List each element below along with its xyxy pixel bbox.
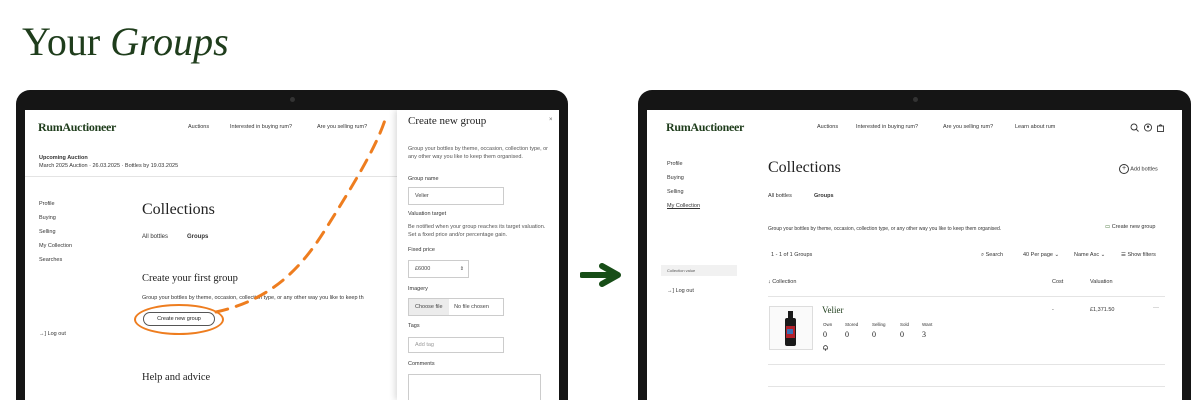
bag-icon: [1157, 124, 1164, 132]
logout-icon: →]: [667, 288, 675, 294]
divider: [768, 364, 1165, 365]
group-name[interactable]: Velier: [822, 305, 844, 315]
sidebar-item-selling[interactable]: Selling: [667, 189, 684, 195]
sidebar-collection-value[interactable]: Collection value: [661, 265, 737, 276]
stat-value-stored: 0: [845, 330, 849, 339]
show-filters-label: Show filters: [1127, 252, 1156, 258]
stat-value-want: 3: [922, 330, 926, 339]
stat-value-own: 0: [823, 330, 827, 339]
account-icon: [1143, 123, 1153, 132]
plus-circle-icon: +: [1119, 164, 1129, 174]
per-page-select[interactable]: 40 Per page ⌄: [1023, 252, 1059, 258]
stat-label-sold: Sold: [900, 322, 910, 327]
sidebar-item-my-collection[interactable]: My Collection: [667, 203, 700, 209]
laptop-after: RumAuctioneer Auctions Interested in buy…: [638, 90, 1191, 400]
nav-selling-rum[interactable]: Are you selling rum?: [943, 124, 993, 130]
sidebar-item-buying[interactable]: Buying: [667, 175, 684, 181]
nav-auctions[interactable]: Auctions: [817, 124, 838, 130]
folder-plus-icon: ▭: [1105, 224, 1111, 230]
filter-icon: ☰: [1121, 252, 1126, 258]
per-page-label: 40 Per page: [1023, 252, 1053, 258]
tab-groups[interactable]: Groups: [814, 193, 834, 199]
bottle-image: [785, 311, 796, 346]
add-bottles-label: Add bottles: [1130, 166, 1158, 173]
sidebar-item-profile[interactable]: Profile: [667, 161, 683, 167]
site-logo[interactable]: RumAuctioneer: [666, 120, 744, 135]
search-control[interactable]: ⌕ Search: [981, 252, 1003, 259]
groups-desc: Group your bottles by theme, occasion, c…: [768, 226, 1002, 232]
stat-value-sold: 0: [900, 330, 904, 339]
add-bottles-button[interactable]: + Add bottles: [1119, 164, 1158, 174]
logout-label: Log out: [675, 288, 694, 294]
chevron-down-icon: ⌄: [1054, 252, 1060, 258]
sort-select[interactable]: Name Asc ⌄: [1074, 252, 1105, 258]
bell-icon[interactable]: [822, 344, 829, 351]
stat-label-stored: Stored: [845, 322, 859, 327]
stat-label-want: Want: [922, 322, 933, 327]
sort-label: Name Asc: [1074, 252, 1100, 258]
screen-after: RumAuctioneer Auctions Interested in buy…: [647, 110, 1182, 400]
chevron-down-icon: ⌄: [1100, 252, 1106, 258]
search-icon: ⌕: [981, 252, 985, 258]
col-valuation: Valuation: [1090, 279, 1113, 285]
camera-dot: [912, 97, 918, 102]
logout-link[interactable]: →] Log out: [667, 288, 694, 294]
header-icons: [1130, 123, 1164, 132]
divider: [768, 296, 1165, 297]
tab-all-bottles[interactable]: All bottles: [768, 193, 792, 199]
stat-value-selling: 0: [872, 330, 876, 339]
row-valuation: £1,371.50: [1090, 307, 1115, 313]
col-cost: Cost: [1052, 279, 1064, 285]
nav-learn-rum[interactable]: Learn about rum: [1015, 124, 1055, 130]
result-count: 1 - 1 of 1 Groups: [771, 252, 813, 258]
divider: [768, 386, 1165, 387]
stat-label-own: Own: [823, 322, 833, 327]
show-filters-button[interactable]: ☰ Show filters: [1121, 252, 1156, 258]
arrow-right-icon: [580, 263, 621, 287]
stat-label-selling: Selling: [872, 322, 886, 327]
row-more-menu[interactable]: ···: [1153, 305, 1159, 311]
create-group-label: Create new group: [1111, 224, 1156, 230]
create-group-button[interactable]: ▭ Create new group: [1105, 224, 1155, 230]
bottle-thumbnail[interactable]: [769, 306, 813, 350]
search-label: Search: [985, 252, 1004, 258]
col-collection[interactable]: ↓ Collection: [768, 279, 796, 285]
nav-buying-rum[interactable]: Interested in buying rum?: [856, 124, 918, 130]
row-cost: -: [1052, 307, 1054, 313]
search-icon: [1130, 123, 1139, 132]
page-title: Collections: [768, 159, 841, 176]
